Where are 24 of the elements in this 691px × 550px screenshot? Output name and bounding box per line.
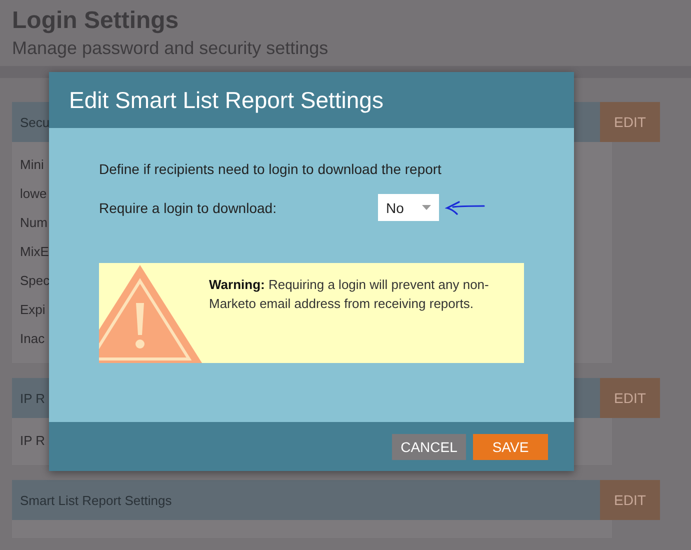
setting-label: MixE xyxy=(20,243,49,261)
setting-label: Mini xyxy=(20,156,44,174)
setting-label: Inac xyxy=(20,330,45,348)
edit-button[interactable]: EDIT xyxy=(600,378,660,418)
setting-label: Spec xyxy=(20,272,50,290)
login-dropdown[interactable]: No xyxy=(378,194,439,221)
caret-icon xyxy=(422,205,431,210)
page-title: Login Settings xyxy=(12,6,180,36)
edit-button[interactable]: EDIT xyxy=(600,480,660,520)
save-button[interactable]: SAVE xyxy=(473,434,548,460)
dialog-description: Define if recipients need to login to download the report xyxy=(99,160,442,178)
page-subtitle: Manage password and security settings xyxy=(12,37,330,60)
setting-label: Expi xyxy=(20,301,46,319)
annotation-arrow xyxy=(445,200,485,216)
setting-label: IP R xyxy=(20,432,46,450)
setting-label: Num xyxy=(20,214,48,232)
section-header: Smart List Report Settings xyxy=(12,480,600,520)
cancel-button[interactable]: CANCEL xyxy=(392,434,466,460)
warning-icon xyxy=(99,263,203,363)
edit-button[interactable]: EDIT xyxy=(600,102,660,142)
field-label: Require a login to download: xyxy=(99,200,278,216)
warning-text: Warning: Requiring a login will prevent any non-Marketo email address from receiving reports. xyxy=(209,276,490,313)
setting-label: lowe xyxy=(20,185,47,203)
dialog-title: Edit Smart List Report Settings xyxy=(49,72,574,128)
